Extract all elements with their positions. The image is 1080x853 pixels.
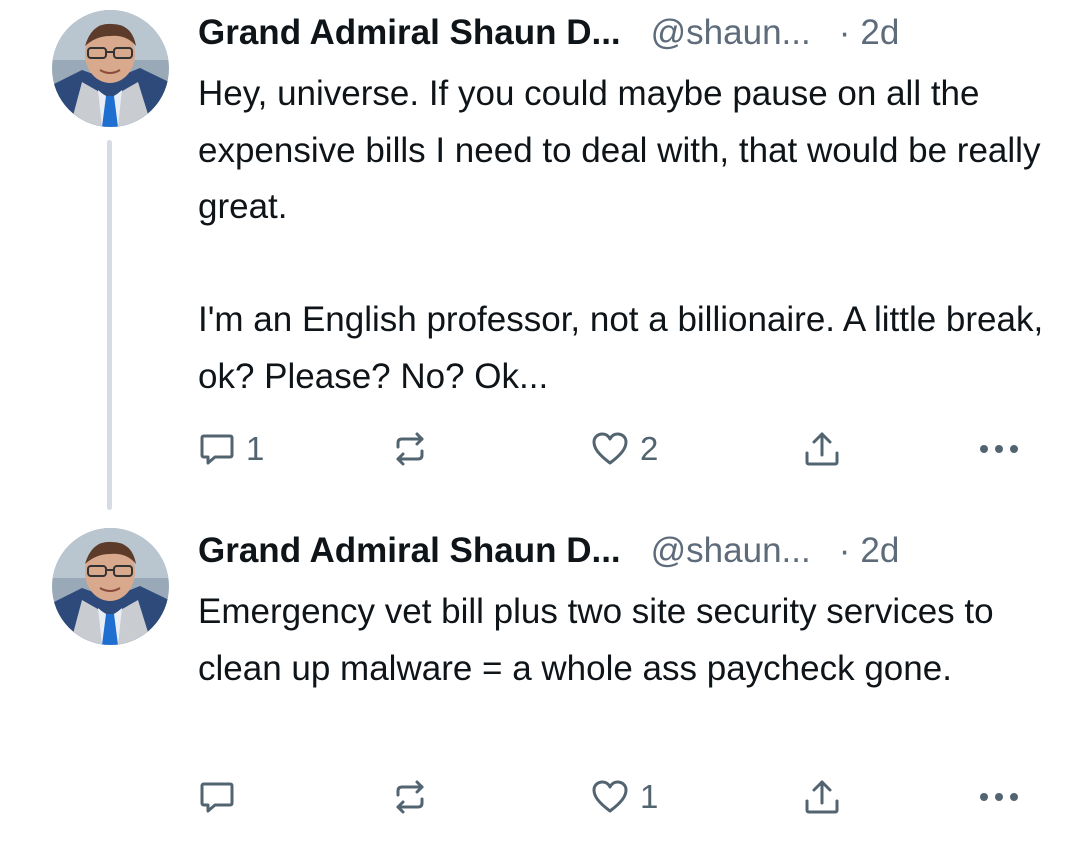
- separator-dot: ·: [838, 13, 851, 52]
- post-text: Emergency vet bill plus two site securit…: [198, 592, 994, 688]
- share-upload-icon: [802, 429, 842, 469]
- post-header: Grand Admiral Shaun D... @shaun... · 2d: [198, 10, 1048, 56]
- more-options-button[interactable]: [976, 772, 1022, 822]
- like-count: 1: [640, 778, 659, 815]
- author-name[interactable]: Grand Admiral Shaun D...: [198, 528, 621, 574]
- repost-arrows-icon: [390, 777, 430, 817]
- author-handle[interactable]: @shaun...: [651, 10, 811, 56]
- repost-button[interactable]: [390, 424, 430, 474]
- more-options-button[interactable]: [976, 424, 1022, 474]
- post-text: Hey, universe. If you could maybe pause …: [198, 74, 1044, 396]
- post-timestamp[interactable]: 2d: [860, 528, 899, 574]
- separator-dot: ·: [838, 531, 851, 570]
- like-button[interactable]: 2: [590, 424, 658, 474]
- avatar[interactable]: [52, 10, 169, 127]
- post[interactable]: Grand Admiral Shaun D... @shaun... · 2d …: [0, 520, 1080, 853]
- heart-icon: [590, 777, 630, 817]
- post-content: Grand Admiral Shaun D... @shaun... · 2d …: [198, 528, 1048, 697]
- reply-button[interactable]: [198, 772, 246, 822]
- post-header: Grand Admiral Shaun D... @shaun... · 2d: [198, 528, 1048, 574]
- ellipsis-icon: [976, 439, 1022, 459]
- speech-bubble-icon: [198, 430, 236, 468]
- avatar[interactable]: [52, 528, 169, 645]
- author-name[interactable]: Grand Admiral Shaun D...: [198, 10, 621, 56]
- post-timestamp[interactable]: 2d: [860, 10, 899, 56]
- repost-arrows-icon: [390, 429, 430, 469]
- repost-button[interactable]: [390, 772, 430, 822]
- thread-line: [107, 140, 112, 510]
- reply-count: 1: [246, 430, 265, 467]
- share-button[interactable]: [802, 424, 842, 474]
- share-upload-icon: [802, 777, 842, 817]
- post[interactable]: Grand Admiral Shaun D... @shaun... · 2d …: [0, 0, 1080, 520]
- like-button[interactable]: 1: [590, 772, 658, 822]
- post-content: Grand Admiral Shaun D... @shaun... · 2d …: [198, 10, 1048, 405]
- heart-icon: [590, 429, 630, 469]
- reply-button[interactable]: 1: [198, 424, 264, 474]
- post-actions: 1 2: [198, 424, 1028, 474]
- post-actions: 1: [198, 772, 1028, 822]
- ellipsis-icon: [976, 787, 1022, 807]
- like-count: 2: [640, 430, 659, 467]
- speech-bubble-icon: [198, 778, 236, 816]
- author-handle[interactable]: @shaun...: [651, 528, 811, 574]
- share-button[interactable]: [802, 772, 842, 822]
